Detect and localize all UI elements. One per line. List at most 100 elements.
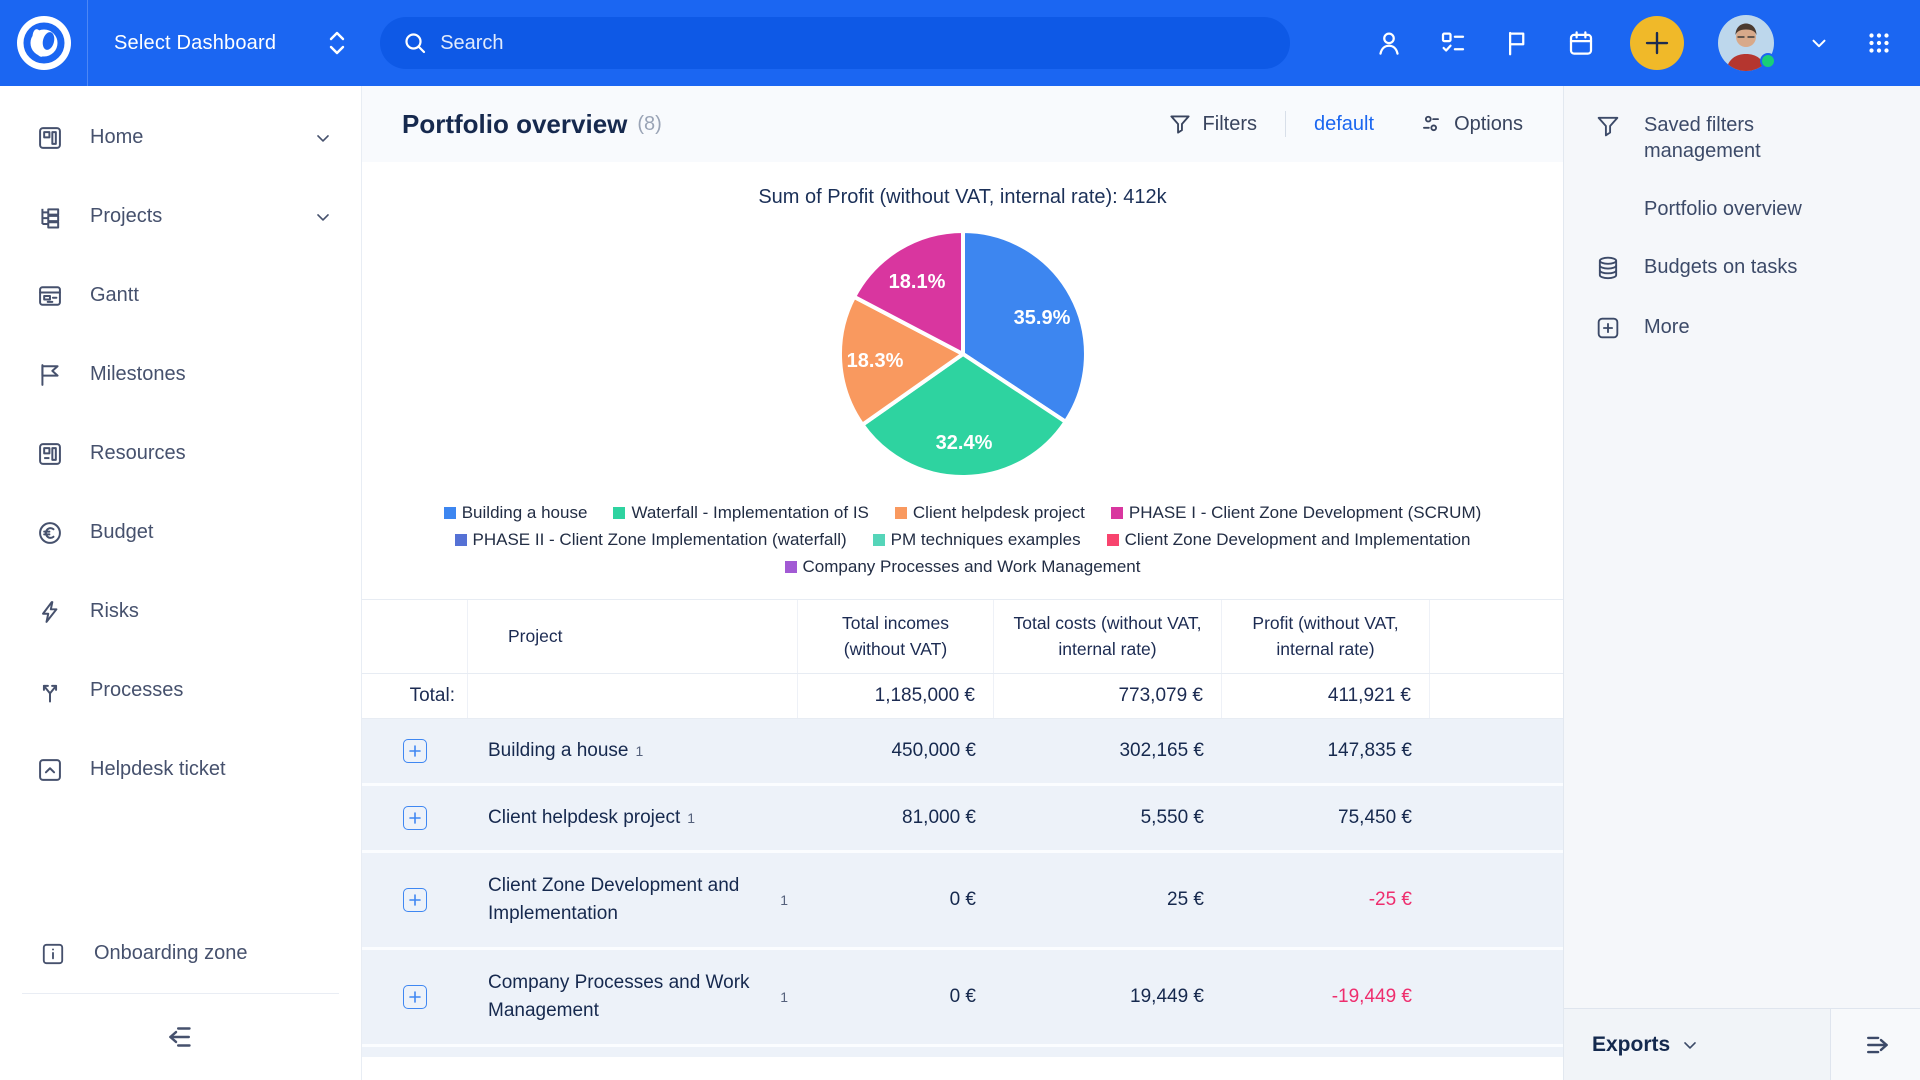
total-costs: 773,079 € xyxy=(994,673,1222,718)
funnel-icon xyxy=(1167,111,1193,137)
collapse-sidebar-icon[interactable] xyxy=(164,1020,198,1054)
exports-button[interactable]: Exports xyxy=(1564,1009,1830,1080)
legend-label: PHASE I - Client Zone Development (SCRUM… xyxy=(1128,503,1482,522)
project-name-cell[interactable]: Client Zone Development and Implementati… xyxy=(468,853,798,947)
legend-label: PM techniques examples xyxy=(890,530,1081,549)
legend-item[interactable]: Building a house xyxy=(443,503,587,523)
expand-panel-button[interactable] xyxy=(1830,1009,1920,1080)
legend-item[interactable]: Company Processes and Work Management xyxy=(784,557,1140,577)
legend-item[interactable]: PM techniques examples xyxy=(872,530,1081,550)
filter-default-link[interactable]: default xyxy=(1314,113,1374,136)
project-name: Client Zone Development and Implementati… xyxy=(488,874,740,924)
empty-cell xyxy=(1430,786,1563,850)
project-count-badge: 1 xyxy=(635,743,644,760)
legend-item[interactable]: Client helpdesk project xyxy=(894,503,1085,523)
sidebar-item-budget[interactable]: Budget xyxy=(0,493,361,572)
portfolio-table: Project Total incomes (without VAT) Tota… xyxy=(362,599,1563,1057)
legend-item[interactable]: PHASE I - Client Zone Development (SCRUM… xyxy=(1110,503,1482,523)
budgets-on-tasks-item[interactable]: Budgets on tasks xyxy=(1564,238,1920,298)
database-icon xyxy=(1594,254,1622,282)
avatar-caret-down-icon[interactable] xyxy=(1808,32,1830,54)
legend-line: PHASE II - Client Zone Implementation (w… xyxy=(362,530,1563,550)
sidebar-item-milestones[interactable]: Milestones xyxy=(0,335,361,414)
column-header-profit[interactable]: Profit (without VAT, internal rate) xyxy=(1222,600,1430,673)
legend-swatch xyxy=(1110,507,1123,519)
panel-item-label: Budgets on tasks xyxy=(1644,256,1798,278)
arrow-right-lines-icon xyxy=(1859,1028,1893,1062)
chevron-up-down-icon xyxy=(324,28,350,58)
expand-row-button[interactable] xyxy=(403,738,427,763)
sidebar-item-helpdesk-ticket[interactable]: Helpdesk ticket xyxy=(0,730,361,809)
search-input[interactable] xyxy=(440,31,1269,55)
sidebar-item-onboarding-zone[interactable]: Onboarding zone xyxy=(0,914,361,993)
sidebar-item-label: Gantt xyxy=(90,284,139,306)
column-header-empty xyxy=(1430,600,1563,673)
expand-row-button[interactable] xyxy=(403,984,427,1009)
options-button[interactable]: Options xyxy=(1418,111,1523,137)
user-icon[interactable] xyxy=(1374,28,1404,58)
saved-filter-portfolio-overview[interactable]: Portfolio overview xyxy=(1564,180,1920,238)
sidebar-item-label: Resources xyxy=(90,442,186,464)
tasks-checklist-icon[interactable] xyxy=(1438,28,1468,58)
sidebar-item-processes[interactable]: Processes xyxy=(0,651,361,730)
sidebar-item-risks[interactable]: Risks xyxy=(0,572,361,651)
pie-label: 18.3% xyxy=(846,350,903,372)
expand-row-button[interactable] xyxy=(403,887,427,912)
column-header-incomes[interactable]: Total incomes (without VAT) xyxy=(798,600,994,673)
helpdesk-icon xyxy=(36,756,64,784)
costs-cell: 19,449 € xyxy=(1130,985,1204,1007)
add-button[interactable] xyxy=(1630,16,1684,70)
app-logo[interactable] xyxy=(0,0,88,86)
legend-swatch xyxy=(454,534,467,546)
table-row: Building a house 1 450,000 € 302,165 € 14… xyxy=(362,718,1563,786)
total-empty-cell xyxy=(1430,674,1563,718)
legend-label: Client Zone Development and Implementati… xyxy=(1124,530,1471,549)
chevron-down-icon[interactable] xyxy=(313,207,333,227)
legend-swatch xyxy=(1106,534,1119,546)
expand-row-button[interactable] xyxy=(403,805,427,830)
expand-cell xyxy=(362,719,468,783)
column-header-project[interactable]: Project xyxy=(468,600,798,673)
search-bar[interactable] xyxy=(380,17,1291,69)
sidebar-item-label: Helpdesk ticket xyxy=(90,758,226,780)
saved-filters-management-item[interactable]: Saved filters management xyxy=(1564,86,1920,180)
pie-chart-card: Sum of Profit (without VAT, internal rat… xyxy=(362,162,1563,577)
topbar: Select Dashboard xyxy=(0,0,1920,86)
legend-label: Client helpdesk project xyxy=(912,503,1085,522)
pie-label: 18.1% xyxy=(888,271,945,293)
sidebar-item-projects[interactable]: Projects xyxy=(0,177,361,256)
sidebar-item-resources[interactable]: Resources xyxy=(0,414,361,493)
legend-swatch xyxy=(894,507,907,519)
chevron-down-icon xyxy=(1680,1035,1700,1055)
panel-item-label: Portfolio overview xyxy=(1644,198,1802,220)
user-avatar[interactable] xyxy=(1718,15,1776,71)
table-row: Client helpdesk project 1 81,000 € 5,550 … xyxy=(362,785,1563,853)
legend-item[interactable]: Waterfall - Implementation of IS xyxy=(613,503,869,523)
dashboard-selector[interactable]: Select Dashboard xyxy=(88,28,380,58)
main-content: Portfolio overview (8) Filters default O… xyxy=(362,86,1563,1080)
flag-icon[interactable] xyxy=(1502,28,1532,58)
milestone-flag-icon xyxy=(36,361,64,389)
legend-item[interactable]: PHASE II - Client Zone Implementation (w… xyxy=(454,530,847,550)
project-name-cell[interactable]: Building a house 1 xyxy=(468,719,798,783)
profit-cell-negative: -25 € xyxy=(1368,888,1412,910)
apps-grid-icon[interactable] xyxy=(1864,28,1894,58)
project-name: Client helpdesk project xyxy=(488,806,681,828)
chevron-down-icon[interactable] xyxy=(313,128,333,148)
dashboard-selector-label: Select Dashboard xyxy=(114,31,277,54)
sidebar-item-gantt[interactable]: Gantt xyxy=(0,256,361,335)
sliders-icon xyxy=(1418,111,1444,137)
calendar-icon[interactable] xyxy=(1566,28,1596,58)
dashboard-icon xyxy=(36,124,64,152)
legend-item[interactable]: Client Zone Development and Implementati… xyxy=(1106,530,1471,550)
more-item[interactable]: More xyxy=(1564,298,1920,358)
project-name-cell[interactable]: Company Processes and Work Management 1 xyxy=(468,950,798,1044)
sidebar-item-home[interactable]: Home xyxy=(0,98,361,177)
costs-cell: 25 € xyxy=(1167,888,1204,910)
incomes-cell: 0 € xyxy=(949,888,976,910)
project-name-cell[interactable]: Client helpdesk project 1 xyxy=(468,786,798,850)
project-name: Building a house xyxy=(488,739,629,761)
column-header-costs[interactable]: Total costs (without VAT, internal rate) xyxy=(994,600,1222,673)
filters-button[interactable]: Filters xyxy=(1167,111,1257,137)
page-header: Portfolio overview (8) Filters default O… xyxy=(362,86,1563,162)
